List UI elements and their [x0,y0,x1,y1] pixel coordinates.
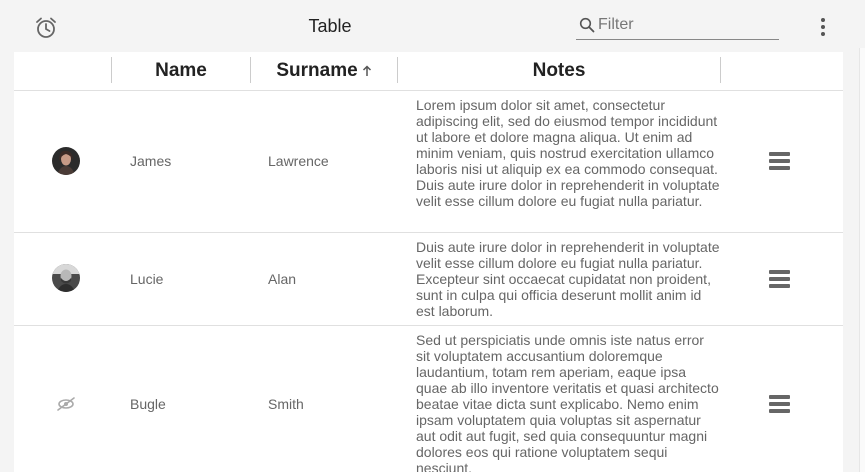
cell-name: Bugle [130,396,166,412]
column-header-label: Name [155,60,207,81]
column-divider[interactable] [720,57,721,83]
cell-name: Lucie [130,271,164,287]
data-table: Name Surname Notes James Lawrence Lorem … [14,52,843,472]
column-header-name[interactable]: Name [112,58,250,84]
column-header-label: Notes [532,60,586,81]
filter-field[interactable] [576,12,779,40]
cell-name: James [130,153,172,169]
cell-notes: Duis aute irure dolor in reprehenderit i… [416,239,720,319]
sort-ascending-icon [362,65,371,76]
no-image-icon [52,390,80,418]
filter-input[interactable] [598,14,774,36]
avatar [52,264,80,292]
list-icon[interactable] [769,395,790,413]
list-icon[interactable] [769,152,790,170]
column-header-notes[interactable]: Notes [398,58,720,84]
alarm-clock-icon[interactable] [33,15,59,41]
cell-surname: Lawrence [268,153,329,169]
toolbar: Table [0,0,865,52]
table-header: Name Surname Notes [14,52,843,91]
cell-notes: Lorem ipsum dolor sit amet, consectetur … [416,97,720,209]
table-row[interactable]: Lucie Alan Duis aute irure dolor in repr… [14,233,843,326]
cell-surname: Smith [268,396,304,412]
more-vertical-icon[interactable] [816,16,830,38]
table-row[interactable]: Bugle Smith Sed ut perspiciatis unde omn… [14,326,843,472]
cell-notes: Sed ut perspiciatis unde omnis iste natu… [416,332,719,472]
avatar [52,147,80,175]
column-header-surname[interactable]: Surname [251,58,397,84]
scroll-edge [859,48,865,472]
column-header-label: Surname [276,60,358,81]
page-title: Table [308,16,352,36]
list-icon[interactable] [769,270,790,288]
cell-surname: Alan [268,271,297,287]
table-row[interactable]: James Lawrence Lorem ipsum dolor sit ame… [14,91,843,233]
search-icon [579,17,595,33]
